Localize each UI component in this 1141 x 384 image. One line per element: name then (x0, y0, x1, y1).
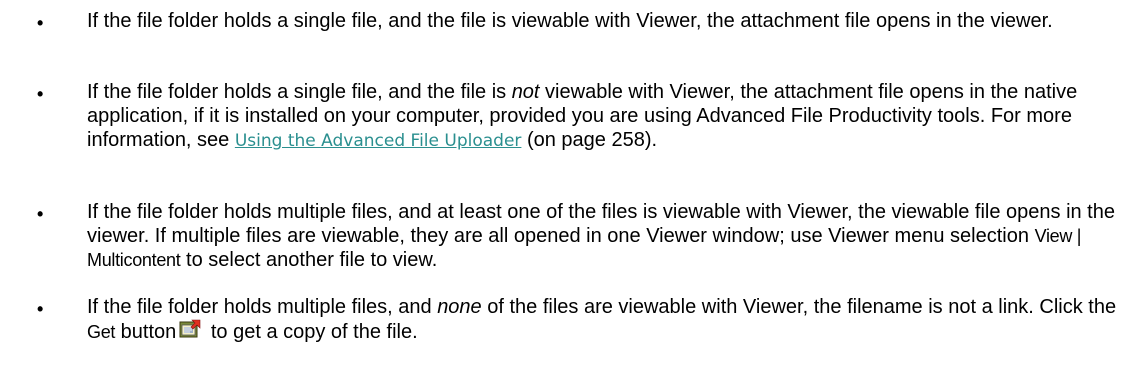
emphasis-none: none (437, 296, 482, 318)
list-item-text: If the file folder holds multiple files,… (87, 200, 1137, 272)
text-run: to get a copy of the file. (205, 321, 418, 343)
text-run: If the file folder holds a single file, … (87, 81, 512, 103)
bullet-marker: • (37, 13, 44, 33)
link-advanced-file-uploader[interactable]: Using the Advanced File Uploader (235, 131, 522, 151)
text-run: button (115, 321, 177, 343)
text-run: of the files are viewable with Viewer, t… (481, 296, 1117, 318)
get-button-label: Get (87, 322, 116, 342)
text-run: If the file folder holds multiple files,… (87, 201, 1115, 247)
text-run: to select another file to view. (180, 249, 438, 271)
emphasis-not: not (511, 81, 540, 103)
bullet-marker: • (37, 84, 44, 104)
text-run: (on page 258). (521, 129, 658, 151)
list-item-text: If the file folder holds multiple files,… (87, 295, 1137, 344)
list-item-text: If the file folder holds a single file, … (87, 9, 1137, 33)
bullet-marker: • (37, 299, 44, 319)
get-file-icon (179, 319, 201, 341)
text-run: If the file folder holds a single file, … (87, 10, 1053, 32)
list-item-text: If the file folder holds a single file, … (87, 80, 1137, 153)
bullet-marker: • (37, 204, 44, 224)
text-run: If the file folder holds multiple files,… (87, 296, 438, 318)
